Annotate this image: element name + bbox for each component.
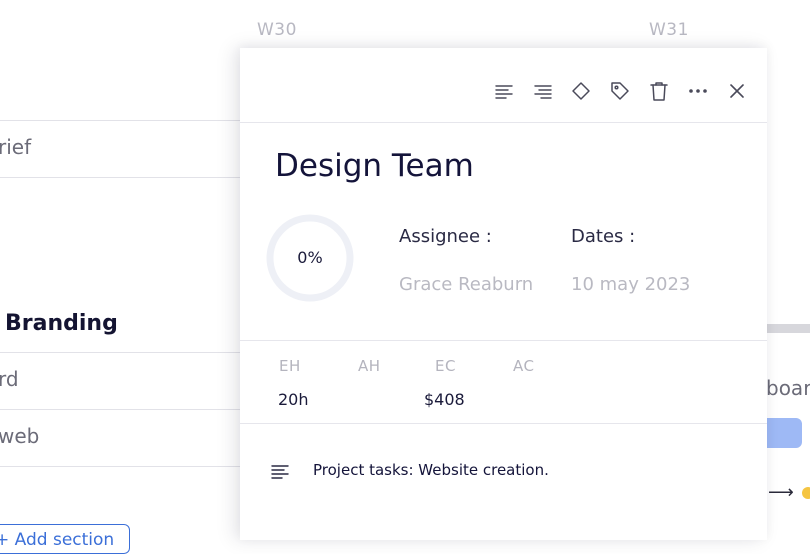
milestone-dot[interactable] bbox=[802, 487, 810, 499]
description-icon bbox=[270, 461, 290, 481]
metric-ah-label: AH bbox=[358, 357, 381, 375]
task-list-panel: rief Branding rd web + Add section bbox=[0, 60, 240, 554]
progress-percentage: 0% bbox=[297, 248, 323, 267]
divider bbox=[240, 340, 767, 341]
week-label-w30: W30 bbox=[257, 20, 297, 40]
task-row-board[interactable]: rd bbox=[0, 353, 240, 410]
timeline-bar-blue[interactable] bbox=[766, 418, 802, 448]
task-row-label: rd bbox=[0, 367, 19, 391]
diamond-icon[interactable] bbox=[570, 80, 592, 102]
section-row-branding[interactable]: Branding bbox=[0, 295, 240, 353]
task-row-web[interactable]: web bbox=[0, 410, 240, 467]
timeline-right-area: boar ⟶ bbox=[766, 60, 810, 540]
panel-title[interactable]: Design Team bbox=[275, 148, 474, 184]
task-description[interactable]: Project tasks: Website creation. bbox=[313, 461, 549, 479]
metric-ac-label: AC bbox=[513, 357, 535, 375]
task-row-label: rief bbox=[0, 135, 32, 159]
metric-eh-value[interactable]: 20h bbox=[278, 390, 309, 409]
week-label-w31: W31 bbox=[649, 20, 689, 40]
divider bbox=[240, 423, 767, 424]
task-list-header-row bbox=[0, 60, 240, 121]
timeline-task-label: boar bbox=[766, 376, 810, 400]
tag-icon[interactable] bbox=[609, 80, 631, 102]
metric-ec-value[interactable]: $408 bbox=[424, 390, 465, 409]
metric-eh-label: EH bbox=[279, 357, 301, 375]
assignee-value[interactable]: Grace Reaburn bbox=[399, 274, 533, 295]
dates-label: Dates : bbox=[571, 226, 636, 247]
progress-ring: 0% bbox=[265, 213, 355, 303]
trash-icon[interactable] bbox=[648, 80, 670, 102]
section-title: Branding bbox=[5, 311, 118, 336]
timeline-bar-gray[interactable] bbox=[766, 324, 810, 333]
close-icon[interactable] bbox=[726, 80, 748, 102]
align-right-icon[interactable] bbox=[532, 80, 554, 102]
add-section-button[interactable]: + Add section bbox=[0, 524, 130, 554]
more-icon[interactable] bbox=[687, 80, 709, 102]
dates-value[interactable]: 10 may 2023 bbox=[571, 274, 690, 295]
task-row-label: web bbox=[0, 424, 40, 448]
panel-toolbar bbox=[240, 48, 767, 123]
metric-ec-label: EC bbox=[435, 357, 456, 375]
dependency-arrow-icon: ⟶ bbox=[768, 482, 794, 503]
task-row-brief[interactable]: rief bbox=[0, 121, 240, 178]
align-left-icon[interactable] bbox=[493, 80, 515, 102]
assignee-label: Assignee : bbox=[399, 226, 492, 247]
task-detail-panel: Design Team 0% Assignee : Grace Reaburn … bbox=[240, 48, 767, 540]
